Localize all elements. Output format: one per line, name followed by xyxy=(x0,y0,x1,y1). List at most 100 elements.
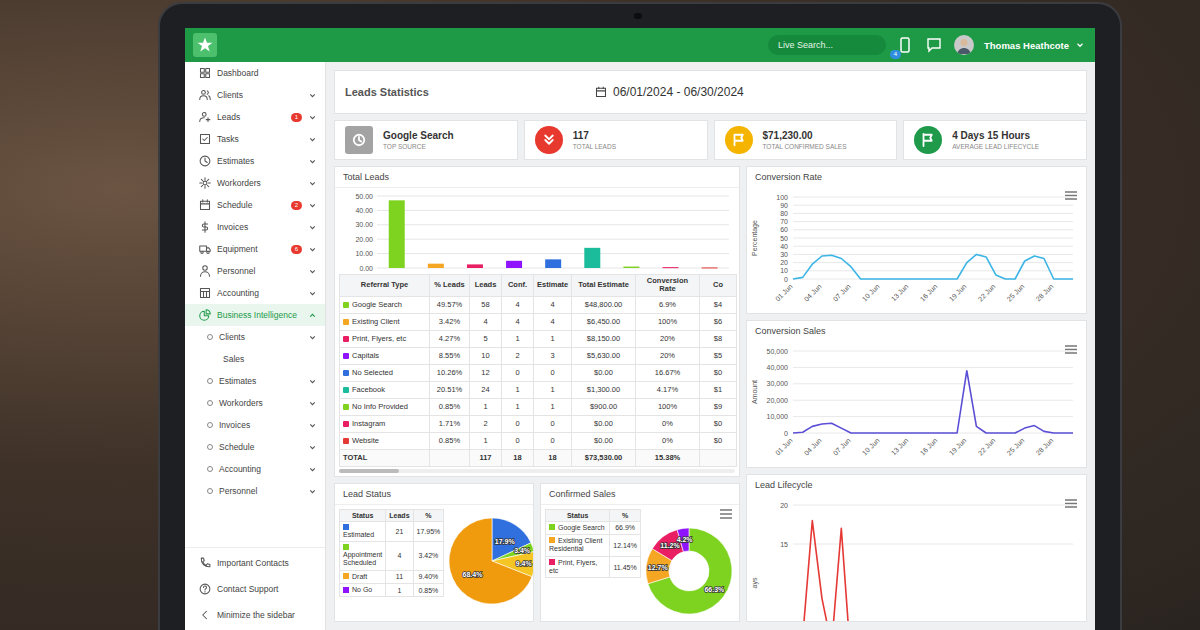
column-header[interactable]: Leads xyxy=(470,275,502,297)
column-header[interactable]: Total Estimate xyxy=(572,275,636,297)
column-header[interactable]: Conf. xyxy=(502,275,534,297)
table-row[interactable]: No Info Provided0.85%111$900.00100%$9 xyxy=(340,398,737,415)
user-avatar-icon[interactable] xyxy=(954,35,974,55)
sidebar-item[interactable]: Clients xyxy=(185,84,325,106)
sidebar-item[interactable]: Accounting xyxy=(185,282,325,304)
column-header[interactable]: Referral Type xyxy=(340,275,430,297)
bar[interactable] xyxy=(584,248,600,268)
table-row[interactable]: No Go10.85% xyxy=(340,584,444,597)
column-header[interactable]: Status xyxy=(340,509,386,521)
sidebar-item[interactable]: Leads1 xyxy=(185,106,325,128)
series-line[interactable] xyxy=(793,371,1073,433)
user-name[interactable]: Thomas Heathcote xyxy=(984,40,1069,51)
chevron-down-icon[interactable] xyxy=(308,333,317,342)
table-row[interactable]: Google Search66.9% xyxy=(546,521,641,534)
chevron-down-icon[interactable] xyxy=(308,443,317,452)
column-header[interactable]: Status xyxy=(546,509,610,521)
sidebar-item[interactable]: Equipment6 xyxy=(185,238,325,260)
table-row[interactable]: Print, Flyers, etc11.45% xyxy=(546,556,641,578)
table-row[interactable]: Capitals8.55%1023$5,630.0020%$5 xyxy=(340,347,737,364)
sidebar-item[interactable]: Business Intelligence xyxy=(185,304,325,326)
chevron-down-icon[interactable] xyxy=(308,465,317,474)
chevron-up-icon[interactable] xyxy=(308,311,317,320)
sidebar-item[interactable]: Schedule xyxy=(185,436,325,458)
table-row[interactable]: Estimated2117.95% xyxy=(340,521,444,541)
bar[interactable] xyxy=(428,264,444,268)
phone-button[interactable]: 4 xyxy=(896,35,914,55)
pie-slice[interactable] xyxy=(449,518,532,604)
series-line[interactable] xyxy=(793,521,1073,622)
table-cell: 4 xyxy=(470,313,502,330)
sidebar-footer-item[interactable]: Important Contacts xyxy=(185,552,325,574)
chart-menu-icon[interactable] xyxy=(1065,500,1077,507)
bar[interactable] xyxy=(506,261,522,268)
sidebar-item[interactable]: Invoices xyxy=(185,414,325,436)
table-row[interactable]: Facebook20.51%2411$1,300.004.17%$1 xyxy=(340,381,737,398)
table-row[interactable]: Draft119.40% xyxy=(340,570,444,583)
chevron-down-icon[interactable] xyxy=(308,135,317,144)
chevron-down-icon[interactable] xyxy=(308,399,317,408)
bar[interactable] xyxy=(389,200,405,268)
live-search-field[interactable]: Live Search... xyxy=(768,35,886,55)
series-line[interactable] xyxy=(793,254,1073,279)
column-header[interactable]: Co xyxy=(700,275,737,297)
sidebar-item[interactable]: Tasks xyxy=(185,128,325,150)
table-row[interactable]: Instagram1.71%200$0.000%$0 xyxy=(340,415,737,432)
sidebar-footer-item[interactable]: Contact Support xyxy=(185,578,325,600)
bar[interactable] xyxy=(545,259,561,268)
chevron-down-icon[interactable] xyxy=(308,201,317,210)
sidebar-item[interactable]: Workorders xyxy=(185,392,325,414)
chevron-down-icon[interactable] xyxy=(308,245,317,254)
y-axis-title: ays xyxy=(751,577,759,588)
table-cell: 12 xyxy=(470,364,502,381)
chevron-down-icon[interactable] xyxy=(308,421,317,430)
table-cell: 1 xyxy=(470,432,502,449)
sidebar-item[interactable]: Invoices xyxy=(185,216,325,238)
sidebar-item[interactable]: Dashboard xyxy=(185,62,325,84)
bar[interactable] xyxy=(467,264,483,268)
chevron-down-icon[interactable] xyxy=(308,289,317,298)
sidebar-item[interactable]: Accounting xyxy=(185,458,325,480)
chart-menu-icon[interactable] xyxy=(1065,346,1077,353)
chevron-down-icon[interactable] xyxy=(308,113,317,122)
chevron-down-icon[interactable] xyxy=(308,377,317,386)
sidebar-item[interactable]: Sales xyxy=(185,348,325,370)
column-header[interactable]: Estimate xyxy=(534,275,572,297)
date-range-picker[interactable]: 06/01/2024 - 06/30/2024 xyxy=(595,85,744,99)
app-logo-icon[interactable] xyxy=(193,33,217,57)
sidebar-item[interactable]: Clients xyxy=(185,326,325,348)
sidebar-item[interactable]: Personnel xyxy=(185,480,325,502)
messages-button[interactable] xyxy=(924,35,944,55)
horizontal-scrollbar[interactable] xyxy=(339,469,735,473)
sidebar-item[interactable]: Personnel xyxy=(185,260,325,282)
sidebar-item[interactable]: Estimates xyxy=(185,150,325,172)
bar[interactable] xyxy=(702,267,718,268)
chevron-down-icon[interactable] xyxy=(308,157,317,166)
sidebar-item[interactable]: Schedule2 xyxy=(185,194,325,216)
column-header[interactable]: Conversion Rate xyxy=(636,275,700,297)
chevron-down-icon[interactable] xyxy=(308,223,317,232)
chevron-down-icon[interactable] xyxy=(308,91,317,100)
column-header[interactable]: % xyxy=(610,509,641,521)
chevron-down-icon[interactable] xyxy=(308,179,317,188)
table-row[interactable]: Print, Flyers, etc4.27%511$8,150.0020%$8 xyxy=(340,330,737,347)
chevron-down-icon[interactable] xyxy=(1075,40,1085,50)
table-row[interactable]: Existing Client Residential12.14% xyxy=(546,534,641,556)
table-row[interactable]: Website0.85%100$0.000%$0 xyxy=(340,432,737,449)
sidebar-item[interactable]: Estimates xyxy=(185,370,325,392)
sidebar-item[interactable]: Workorders xyxy=(185,172,325,194)
table-row[interactable]: Appointment Scheduled43.42% xyxy=(340,541,444,570)
bar[interactable] xyxy=(663,267,679,268)
chart-menu-icon[interactable] xyxy=(1065,192,1077,199)
table-row[interactable]: No Selected10.26%1200$0.0016.67%$0 xyxy=(340,364,737,381)
table-row[interactable]: Google Search49.57%5844$48,800.006.9%$4 xyxy=(340,296,737,313)
column-header[interactable]: % xyxy=(413,509,444,521)
sidebar-footer-item[interactable]: Minimize the sidebar xyxy=(185,604,325,626)
column-header[interactable]: Leads xyxy=(386,509,413,521)
bar[interactable] xyxy=(623,267,639,268)
table-row[interactable]: Existing Client3.42%444$6,450.00100%$6 xyxy=(340,313,737,330)
column-header[interactable]: % Leads xyxy=(430,275,470,297)
chevron-down-icon[interactable] xyxy=(308,267,317,276)
chevron-down-icon[interactable] xyxy=(308,487,317,496)
chart-menu-icon[interactable] xyxy=(719,509,733,519)
